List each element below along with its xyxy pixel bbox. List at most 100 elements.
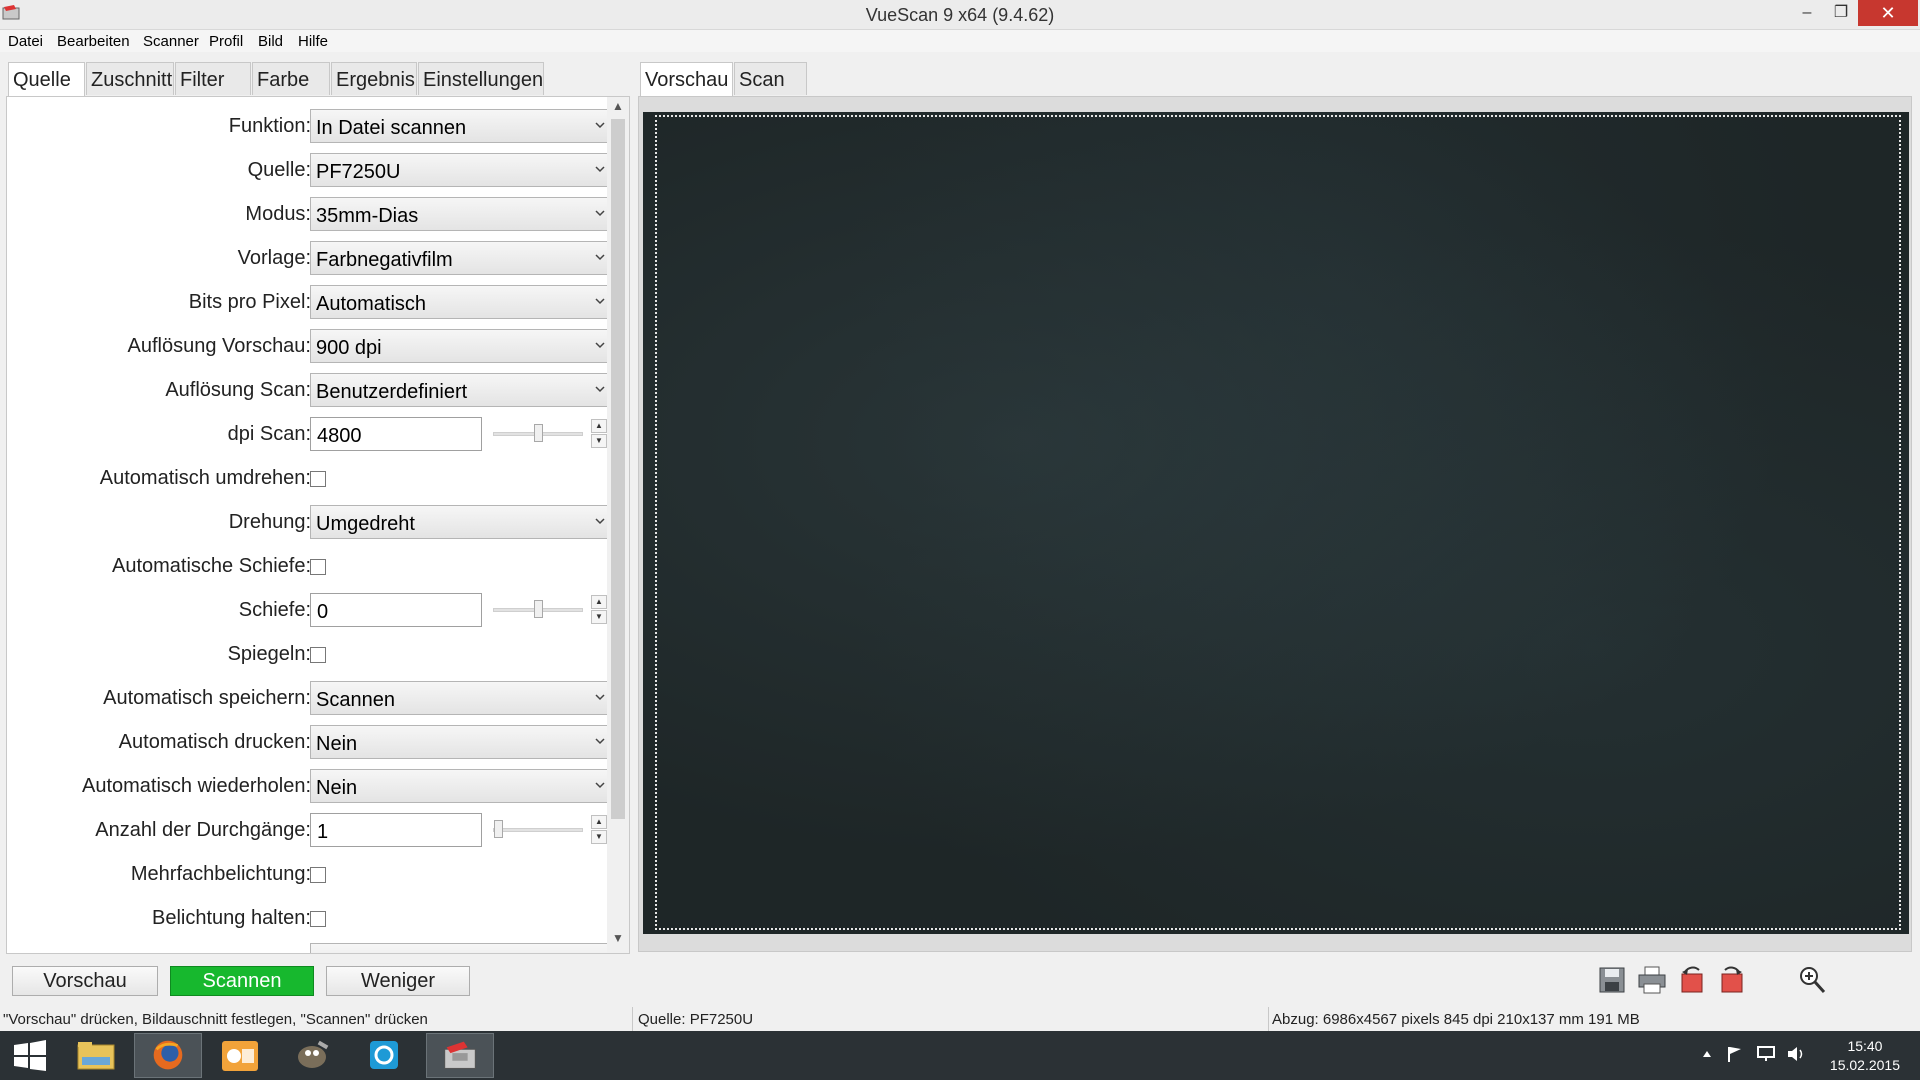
drehung-select[interactable]: Umgedreht (310, 505, 612, 539)
auto-speichern-value: Scannen (316, 689, 395, 711)
partial-select[interactable] (310, 943, 612, 953)
clock-time: 15:40 (1847, 1038, 1883, 1054)
auto-drucken-select[interactable]: Nein (310, 725, 612, 759)
mehrfach-checkbox[interactable] (310, 867, 326, 883)
clock[interactable]: 15:40 15.02.2015 (1830, 1037, 1900, 1075)
spin-down-icon[interactable]: ▼ (591, 830, 607, 844)
durchgaenge-spinner[interactable]: ▲ ▼ (591, 815, 607, 845)
tab-farbe[interactable]: Farbe (252, 62, 330, 95)
row-auto-drucken: Automatisch drucken: Nein (7, 725, 612, 761)
minimize-button[interactable]: – (1790, 0, 1824, 26)
schiefe-input[interactable]: 0 (310, 593, 482, 627)
app-icon[interactable] (350, 1033, 418, 1078)
spiegeln-checkbox[interactable] (310, 647, 326, 663)
windows-start-icon[interactable] (0, 1033, 68, 1078)
menu-bearbeiten[interactable]: Bearbeiten (57, 33, 130, 50)
aufl-scan-select[interactable]: Benutzerdefiniert (310, 373, 612, 407)
print-icon[interactable] (1637, 964, 1667, 996)
spin-down-icon[interactable]: ▼ (591, 434, 607, 448)
vorschau-button[interactable]: Vorschau (12, 966, 158, 996)
maximize-button[interactable]: ❐ (1824, 0, 1858, 26)
durchgaenge-input[interactable]: 1 (310, 813, 482, 847)
funktion-select[interactable]: In Datei scannen (310, 109, 612, 143)
left-tab-bar: Quelle Zuschnitt Filter Farbe Ergebnis E… (8, 62, 545, 97)
bits-label: Bits pro Pixel: (188, 291, 311, 313)
network-icon[interactable] (1756, 1045, 1776, 1063)
tab-filter[interactable]: Filter (175, 62, 251, 95)
aufl-scan-value: Benutzerdefiniert (316, 381, 468, 403)
durchgaenge-slider[interactable] (493, 820, 583, 838)
flag-icon[interactable] (1726, 1045, 1744, 1063)
scroll-down-icon[interactable]: ▼ (607, 931, 629, 951)
scroll-up-icon[interactable]: ▲ (607, 99, 629, 119)
gimp-icon[interactable] (278, 1033, 346, 1078)
aufl-vorschau-label: Auflösung Vorschau: (127, 335, 311, 357)
scrollbar-thumb[interactable] (611, 119, 625, 819)
spin-up-icon[interactable]: ▲ (591, 419, 607, 433)
spin-up-icon[interactable]: ▲ (591, 595, 607, 609)
menu-datei[interactable]: Datei (8, 33, 43, 50)
settings-panel: Funktion: In Datei scannen Quelle: PF725… (6, 96, 630, 954)
bits-select[interactable]: Automatisch (310, 285, 612, 319)
chevron-down-icon (595, 166, 605, 173)
auto-wiederholen-select[interactable]: Nein (310, 769, 612, 803)
menu-scanner[interactable]: Scanner (143, 33, 199, 50)
slider-thumb[interactable] (494, 820, 503, 838)
aufl-vorschau-value: 900 dpi (316, 337, 382, 359)
tab-quelle[interactable]: Quelle (8, 62, 85, 97)
zoom-in-icon[interactable] (1797, 964, 1827, 996)
settings-scrollbar[interactable]: ▲ ▼ (607, 97, 629, 953)
close-button[interactable]: ✕ (1858, 0, 1918, 26)
schiefe-slider[interactable] (493, 600, 583, 618)
firefox-icon[interactable] (134, 1033, 202, 1078)
aufl-vorschau-select[interactable]: 900 dpi (310, 329, 612, 363)
spin-up-icon[interactable]: ▲ (591, 815, 607, 829)
dpi-scan-slider[interactable] (493, 424, 583, 442)
weniger-button[interactable]: Weniger (326, 966, 470, 996)
dpi-scan-input[interactable]: 4800 (310, 417, 482, 451)
tab-einstellungen[interactable]: Einstellungen (418, 62, 544, 95)
chevron-down-icon (595, 254, 605, 261)
tab-ergebnis[interactable]: Ergebnis (331, 62, 417, 95)
vorlage-select[interactable]: Farbnegativfilm (310, 241, 612, 275)
tab-scan[interactable]: Scan (734, 62, 807, 95)
auto-schiefe-checkbox[interactable] (310, 559, 326, 575)
tab-zuschnitt[interactable]: Zuschnitt (86, 62, 174, 95)
vorlage-value: Farbnegativfilm (316, 249, 453, 271)
menu-bild[interactable]: Bild (258, 33, 283, 50)
tray-expand-icon[interactable] (1702, 1049, 1712, 1059)
auto-umdrehen-label: Automatisch umdrehen: (99, 467, 311, 489)
menu-profil[interactable]: Profil (209, 33, 243, 50)
quelle-select[interactable]: PF7250U (310, 153, 612, 187)
auto-speichern-select[interactable]: Scannen (310, 681, 612, 715)
auto-umdrehen-checkbox[interactable] (310, 471, 326, 487)
auto-wiederholen-label: Automatisch wiederholen: (81, 775, 311, 797)
save-icon[interactable] (1597, 964, 1627, 996)
row-bits: Bits pro Pixel: Automatisch (7, 285, 612, 321)
schiefe-label: Schiefe: (238, 599, 311, 621)
vuescan-icon[interactable] (426, 1033, 494, 1078)
tab-vorschau[interactable]: Vorschau (640, 62, 733, 97)
preview-image[interactable] (643, 112, 1909, 934)
modus-select[interactable]: 35mm-Dias (310, 197, 612, 231)
crop-selection[interactable] (655, 115, 1901, 930)
schiefe-spinner[interactable]: ▲ ▼ (591, 595, 607, 625)
rotate-right-icon[interactable] (1717, 964, 1747, 996)
slider-thumb[interactable] (534, 600, 543, 618)
status-hint: "Vorschau" drücken, Bildauschnitt festle… (3, 1011, 428, 1028)
volume-icon[interactable] (1786, 1045, 1806, 1063)
spin-down-icon[interactable]: ▼ (591, 610, 607, 624)
dpi-scan-spinner[interactable]: ▲ ▼ (591, 419, 607, 449)
outlook-icon[interactable] (206, 1033, 274, 1078)
row-durchgaenge: Anzahl der Durchgänge: 1 ▲ ▼ (7, 813, 607, 849)
rotate-left-icon[interactable] (1677, 964, 1707, 996)
funktion-value: In Datei scannen (316, 117, 467, 139)
belichtung-checkbox[interactable] (310, 911, 326, 927)
menu-hilfe[interactable]: Hilfe (298, 33, 328, 50)
file-explorer-icon[interactable] (62, 1033, 130, 1078)
scannen-button[interactable]: Scannen (170, 966, 314, 996)
row-aufl-scan: Auflösung Scan: Benutzerdefiniert (7, 373, 612, 409)
slider-thumb[interactable] (534, 424, 543, 442)
row-schiefe: Schiefe: 0 ▲ ▼ (7, 593, 607, 629)
row-auto-schiefe: Automatische Schiefe: (7, 549, 607, 585)
